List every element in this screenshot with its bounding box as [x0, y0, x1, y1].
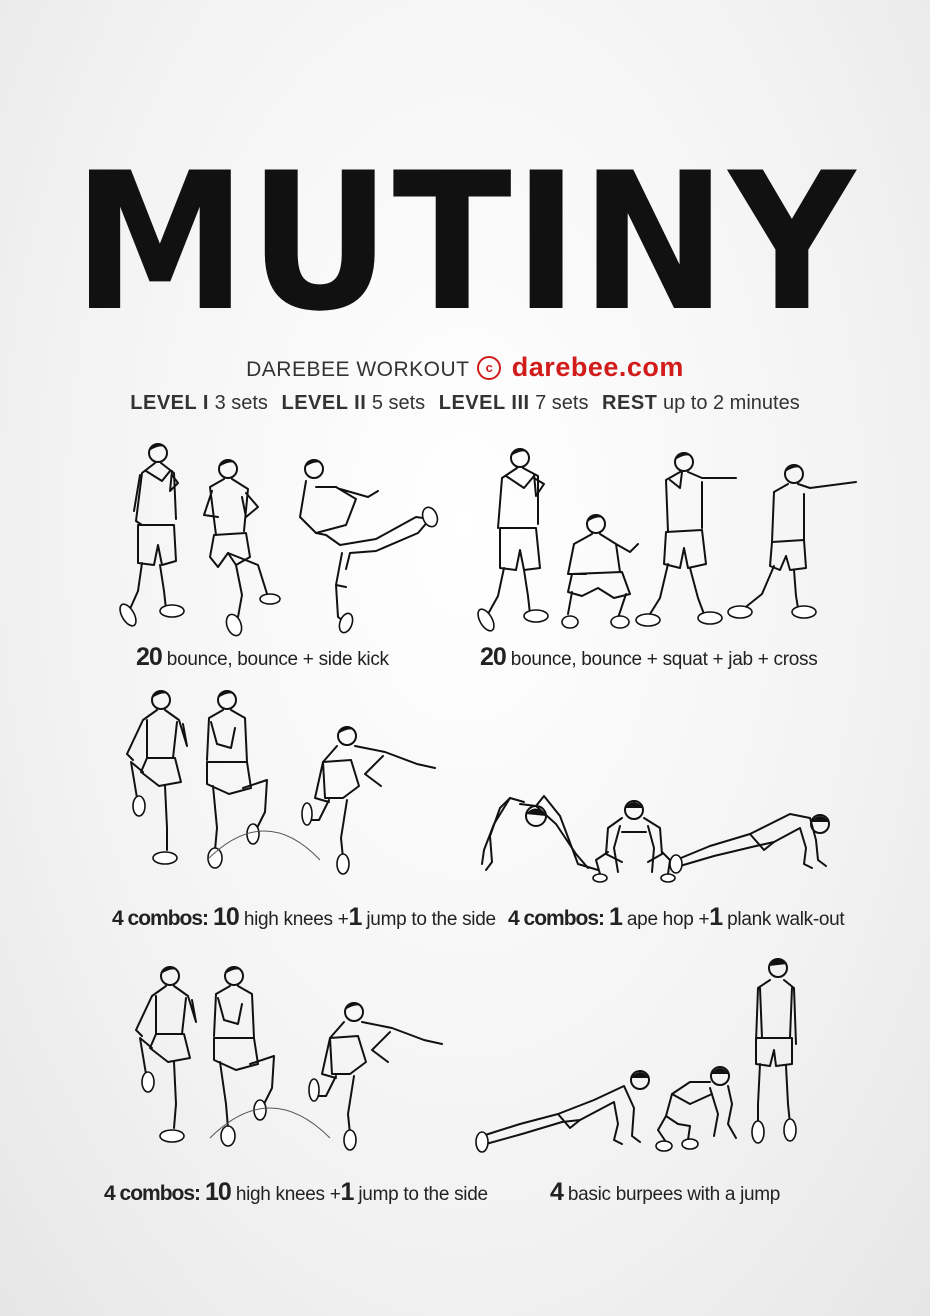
- level2-label: LEVEL II: [281, 392, 367, 414]
- exercise-5-text-b: jump to the side: [358, 1184, 488, 1205]
- exercise-6-count: 4: [550, 1178, 564, 1206]
- figure-high-knees-jump: [126, 690, 436, 875]
- exercise-5-count-a: 10: [205, 1178, 232, 1206]
- level2-value: 5 sets: [371, 392, 426, 414]
- exercise-4-text-b: plank walk-out: [727, 909, 845, 930]
- exercise-3-text-b: jump to the side: [366, 909, 496, 930]
- exercise-caption-5: 4 combos: 10 high knees +1 jump to the s…: [104, 1178, 488, 1207]
- exercise-3-count-a: 10: [213, 903, 240, 931]
- brand-line: DAREBEE WORKOUT c darebee.com: [0, 352, 930, 383]
- exercise-caption-2: 20 bounce, bounce + squat + jab + cross: [480, 643, 818, 672]
- exercise-5-prefix: 4 combos:: [104, 1182, 201, 1205]
- level3-label: LEVEL III: [438, 392, 530, 414]
- exercise-3-text-a: high knees +: [243, 909, 349, 930]
- figure-squat-jab-cross: [477, 448, 857, 632]
- figure-ape-hop-plank: [481, 795, 830, 883]
- exercise-2-text: bounce, bounce + squat + jab + cross: [510, 649, 818, 670]
- exercise-caption-4: 4 combos: 1 ape hop +1 plank walk-out: [508, 903, 845, 932]
- exercise-illustration-4: [470, 790, 850, 885]
- exercise-4-count-b: 1: [709, 903, 723, 931]
- exercise-4-count-a: 1: [609, 903, 623, 931]
- exercise-caption-1: 20 bounce, bounce + side kick: [136, 643, 389, 672]
- figure-side-kick: [119, 443, 439, 637]
- exercise-1-text: bounce, bounce + side kick: [166, 649, 389, 670]
- exercise-illustration-5: [120, 958, 450, 1153]
- exercise-1-count: 20: [136, 643, 163, 671]
- exercise-6-text: basic burpees with a jump: [567, 1184, 781, 1205]
- exercise-illustration-3: [115, 682, 445, 875]
- figure-burpees: [475, 958, 797, 1153]
- exercise-5-text-a: high knees +: [235, 1184, 341, 1205]
- brand-text: DAREBEE WORKOUT: [246, 358, 470, 381]
- exercise-3-count-b: 1: [348, 903, 363, 931]
- rest-value: up to 2 minutes: [662, 392, 800, 414]
- copyright-icon: c: [477, 356, 502, 381]
- exercise-caption-6: 4 basic burpees with a jump: [550, 1178, 780, 1207]
- exercise-5-count-b: 1: [340, 1178, 355, 1206]
- level1-value: 3 sets: [214, 392, 268, 414]
- exercise-illustration-6: [470, 952, 830, 1157]
- exercise-4-prefix: 4 combos:: [508, 907, 605, 930]
- exercise-caption-3: 4 combos: 10 high knees +1 jump to the s…: [112, 903, 496, 932]
- workout-title: MUTINY: [72, 132, 858, 353]
- jump-arc-1: [206, 830, 321, 861]
- level1-label: LEVEL I: [130, 392, 209, 414]
- figure-high-knees-jump-2: [135, 966, 443, 1151]
- levels-line: LEVEL I 3 sets LEVEL II 5 sets LEVEL III…: [0, 392, 930, 415]
- exercise-illustration-1: [110, 435, 450, 637]
- exercise-2-count: 20: [480, 643, 507, 671]
- exercise-3-prefix: 4 combos:: [112, 907, 209, 930]
- rest-label: REST: [602, 392, 658, 414]
- site-link[interactable]: darebee.com: [512, 352, 684, 382]
- exercise-4-text-a: ape hop +: [626, 909, 710, 930]
- level3-value: 7 sets: [535, 392, 589, 414]
- exercise-illustration-2: [470, 440, 870, 635]
